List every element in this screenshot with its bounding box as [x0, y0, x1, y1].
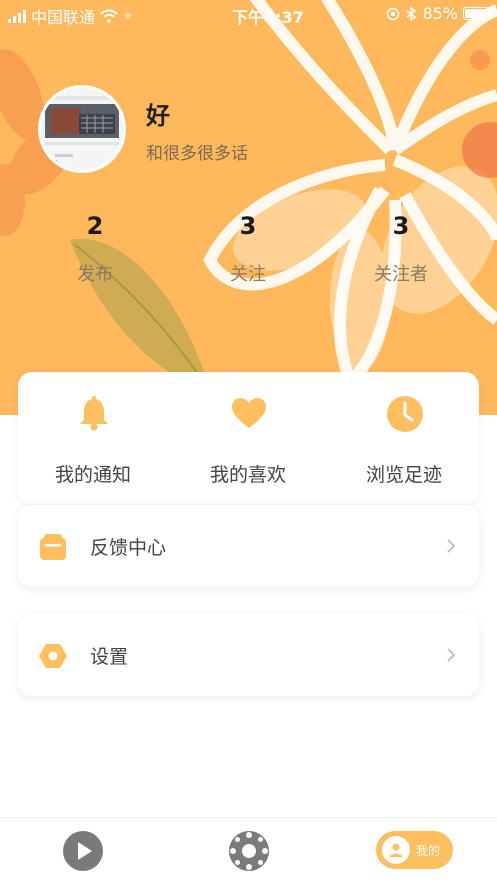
tab-me[interactable]: 我的 [376, 831, 453, 869]
stat-label: 关注 [230, 264, 266, 285]
carrier-label: 中国联通 [31, 8, 96, 27]
quick-action-label: 我的喜欢 [209, 464, 286, 486]
stat-label: 关注者 [374, 264, 428, 285]
tab-video[interactable] [62, 830, 104, 874]
tab-discover[interactable] [228, 830, 270, 874]
stat-value: 3 [239, 212, 257, 240]
feedback-icon [40, 534, 66, 560]
profile-header-background [0, 0, 497, 415]
discover-icon [229, 831, 269, 871]
status-time: 下午4:37 [232, 8, 304, 27]
wifi-icon [100, 9, 118, 23]
status-bar: 中国联通 ✳ 下午4:37 85% [0, 0, 497, 28]
quick-action-label: 我的通知 [54, 464, 131, 486]
menu-item-label: 设置 [90, 646, 129, 668]
signal-icon [8, 9, 26, 23]
profile-bio: 和很多很多话 [146, 144, 248, 164]
chevron-right-icon [447, 648, 456, 662]
bluetooth-icon [406, 6, 417, 21]
avatar-image [41, 88, 123, 170]
stat-followers[interactable]: 3 关注者 [341, 212, 461, 286]
menu-item-feedback[interactable]: 反馈中心 [18, 505, 479, 587]
quick-action-history[interactable]: 浏览足迹 [329, 372, 479, 504]
quick-action-notifications[interactable]: 我的通知 [18, 372, 168, 504]
clock-icon [387, 396, 423, 432]
quick-actions-card: 我的通知 我的喜欢 浏览足迹 [18, 372, 479, 504]
stat-label: 发布 [77, 264, 113, 285]
stat-posts[interactable]: 2 发布 [35, 212, 155, 286]
heart-icon [232, 398, 266, 428]
avatar[interactable] [38, 85, 126, 173]
menu-item-settings[interactable]: 设置 [18, 614, 479, 696]
loading-icon: ✳ [123, 9, 134, 23]
stat-following[interactable]: 3 关注 [188, 212, 308, 286]
bell-icon [80, 396, 108, 431]
stat-value: 2 [86, 212, 104, 240]
quick-action-likes[interactable]: 我的喜欢 [173, 372, 323, 504]
profile-name: 好 [146, 102, 170, 130]
user-icon [382, 836, 410, 864]
orientation-lock-icon [387, 7, 400, 20]
tab-me-label: 我的 [416, 843, 441, 858]
flower-illustration [0, 0, 497, 390]
chevron-right-icon [447, 539, 456, 553]
stat-value: 3 [392, 212, 410, 240]
battery-icon [463, 7, 492, 20]
play-icon [63, 831, 103, 871]
battery-percent: 85% [422, 4, 458, 23]
quick-action-label: 浏览足迹 [365, 464, 442, 486]
bottom-tab-bar: 我的 [0, 817, 497, 883]
menu-item-label: 反馈中心 [90, 537, 167, 559]
settings-icon [39, 644, 67, 668]
